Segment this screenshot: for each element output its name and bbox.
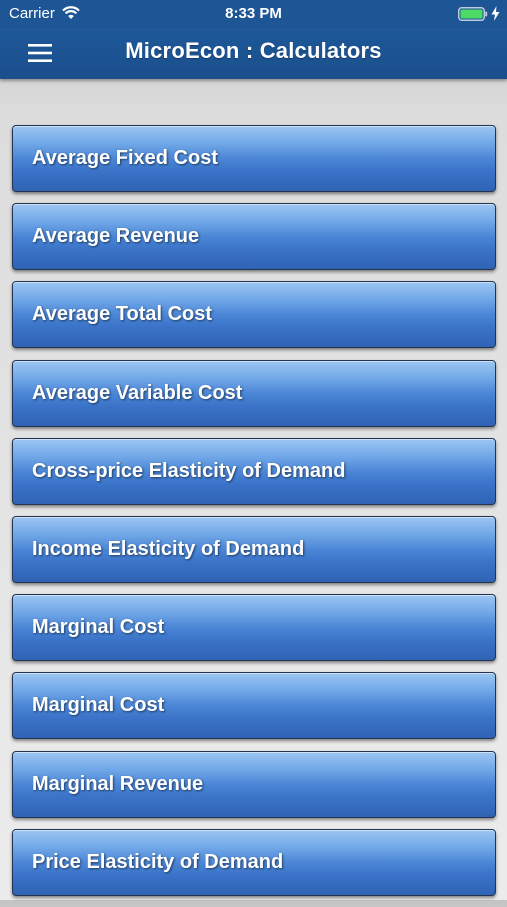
calculator-list: Average Fixed Cost Average Revenue Avera… — [12, 125, 496, 907]
calculator-label: Marginal Revenue — [32, 772, 204, 795]
calculator-label: Cross-price Elasticity of Demand — [32, 459, 346, 482]
calculator-button-income-elasticity[interactable]: Income Elasticity of Demand — [12, 515, 496, 583]
calculator-button-price-elasticity[interactable]: Price Elasticity of Demand — [12, 828, 496, 896]
calculator-button-marginal-cost[interactable]: Marginal Cost — [12, 594, 496, 662]
calculator-label: Marginal Cost — [32, 616, 165, 639]
calculator-button-average-revenue[interactable]: Average Revenue — [12, 203, 496, 271]
calculator-button-average-variable-cost[interactable]: Average Variable Cost — [12, 359, 496, 427]
page-title: MicroEcon : Calculators — [125, 38, 382, 63]
calculator-button-average-total-cost[interactable]: Average Total Cost — [12, 281, 496, 349]
battery-icon — [458, 7, 488, 21]
charging-icon — [491, 6, 500, 21]
calculator-label: Average Fixed Cost — [32, 147, 218, 169]
calculator-label: Marginal Cost — [32, 694, 165, 717]
status-bar: Carrier 8:33 PM — [0, 0, 507, 28]
status-time: 8:33 PM — [225, 5, 282, 22]
calculator-button-cross-price-elasticity[interactable]: Cross-price Elasticity of Demand — [12, 437, 496, 505]
calculator-label: Average Total Cost — [32, 303, 213, 326]
calculator-label: Average Variable Cost — [32, 381, 243, 404]
calculator-button-marginal-revenue[interactable]: Marginal Revenue — [12, 750, 496, 818]
navigation-bar: MicroEcon : Calculators — [0, 28, 507, 79]
calculator-button-average-fixed-cost[interactable]: Average Fixed Cost — [12, 125, 496, 192]
calculator-label: Income Elasticity of Demand — [32, 537, 305, 560]
calculator-label: Average Revenue — [32, 225, 200, 248]
calculator-button-marginal-cost-2[interactable]: Marginal Cost — [12, 672, 496, 740]
calculator-label: Price Elasticity of Demand — [32, 850, 284, 873]
